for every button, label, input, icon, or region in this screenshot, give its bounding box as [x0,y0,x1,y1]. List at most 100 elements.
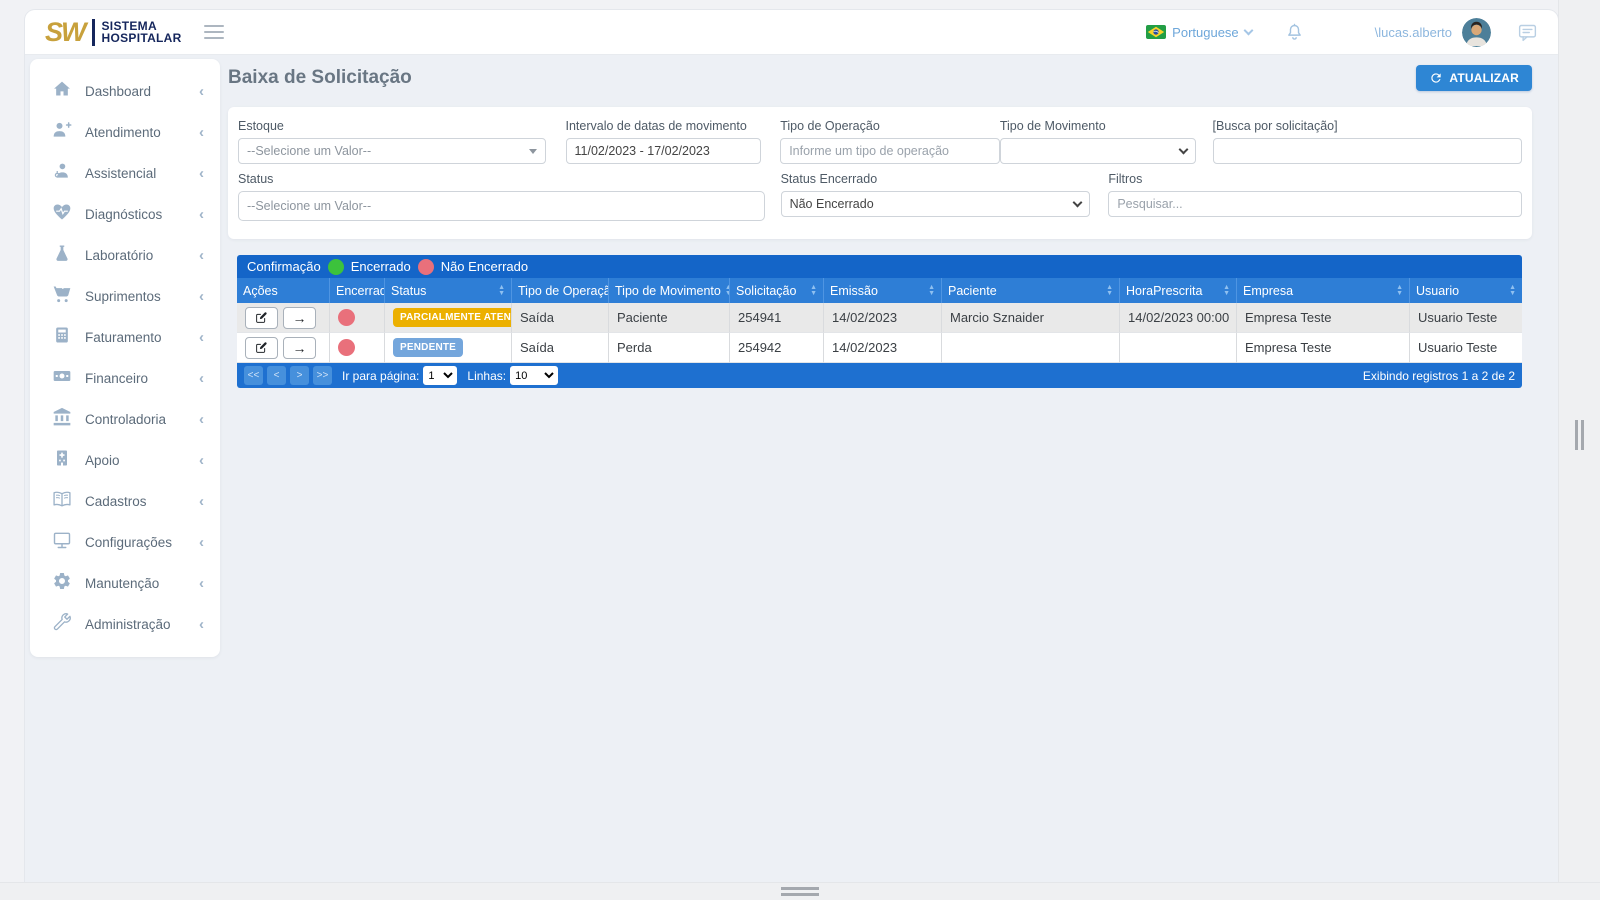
estoque-select[interactable]: --Selecione um Valor-- [238,138,546,164]
lines-label: Linhas: [467,368,507,383]
encerrado-dot-icon [327,258,344,275]
edit-button[interactable] [245,306,278,329]
next-page-button[interactable]: > [290,366,309,385]
edit-button[interactable] [245,336,278,359]
busca-label: [Busca por solicitação] [1212,119,1338,133]
sidebar-item-dashboard[interactable]: Dashboard ‹ [30,71,220,112]
estoque-value: --Selecione um Valor-- [247,144,372,158]
sidebar-item-financeiro[interactable]: Financeiro ‹ [30,358,220,399]
notifications-bell-icon[interactable] [1284,22,1305,43]
tipo-operacao-label: Tipo de Operação [780,119,880,133]
sidebar-item-label: Diagnósticos [85,207,163,222]
column-header-status[interactable]: Status ▲ ▼ [385,278,512,303]
table-header-row: Ações Encerrado▲▼ Status▲▼ Tipo de Opera… [237,278,1522,303]
first-page-button[interactable]: << [244,366,263,385]
horizontal-splitter[interactable] [0,882,1600,900]
goto-page-label: Ir para página: [342,368,420,383]
sort-icon: ▲▼ [1509,283,1516,297]
doctor-icon [52,161,72,186]
sort-icon: ▲▼ [928,283,935,297]
sidebar-item-label: Laboratório [85,248,154,263]
sidebar-item-cadastros[interactable]: Cadastros ‹ [30,481,220,522]
legend-nao-encerrado-label: Não Encerrado [440,259,529,274]
app-logo[interactable]: SW SISTEMA HOSPITALAR [45,17,182,48]
vertical-splitter[interactable] [1558,0,1600,882]
date-range-input[interactable] [565,138,762,164]
tipo-movimento-label: Tipo de Movimento [999,119,1106,133]
sidebar-item-label: Atendimento [85,125,161,140]
user-avatar[interactable] [1462,17,1491,47]
column-header-encerrado[interactable]: Encerrado▲▼ [330,278,385,303]
sidebar-item-label: Configurações [85,535,173,550]
busca-input[interactable] [1212,138,1523,164]
sidebar-item-faturamento[interactable]: Faturamento ‹ [30,317,220,358]
solicitacoes-table: Confirmação Encerrado Não Encerrado Açõe… [237,255,1522,388]
status-encerrado-label: Status Encerrado [780,172,878,186]
sort-icon: ▲▼ [1396,283,1403,297]
sidebar-item-label: Administração [85,617,171,632]
sidebar-item-label: Manutenção [85,576,160,591]
chevron-left-icon: ‹ [199,165,204,182]
status-label: Status [238,172,274,186]
logo-text: SISTEMA HOSPITALAR [102,20,182,44]
language-selector[interactable]: Portuguese [1146,25,1254,40]
column-header-hora-prescrita[interactable]: HoraPrescrita ▲ ▼ [1120,278,1237,303]
column-header-usuario[interactable]: Usuario ▲ ▼ [1410,278,1522,303]
sidebar-item-administracao[interactable]: Administração ‹ [30,604,220,645]
chevron-left-icon: ‹ [199,370,204,387]
caret-down-icon [528,148,537,154]
column-header-emissao[interactable]: Emissão ▲ ▼ [824,278,942,303]
nao-encerrado-dot-icon [417,258,434,275]
sidebar-item-assistencial[interactable]: Assistencial ‹ [30,153,220,194]
sidebar-item-apoio[interactable]: Apoio ‹ [30,440,220,481]
refresh-icon [1429,71,1443,85]
bank-icon [52,407,72,432]
refresh-button[interactable]: ATUALIZAR [1416,65,1532,91]
sidebar-item-manutencao[interactable]: Manutenção ‹ [30,563,220,604]
column-header-tipo-operacao[interactable]: Tipo de Operação▲▼ [512,278,609,303]
sidebar-item-controladoria[interactable]: Controladoria ‹ [30,399,220,440]
arrow-right-button[interactable]: → [283,306,316,329]
sidebar-item-laboratorio[interactable]: Laboratório ‹ [30,235,220,276]
page-select[interactable]: 1 [423,366,458,385]
column-header-empresa[interactable]: Empresa ▲ ▼ [1237,278,1410,303]
sidebar-toggle-button[interactable] [203,25,224,39]
last-page-button[interactable]: >> [313,366,332,385]
cell-emissao: 14/02/2023 [824,333,942,363]
chevron-down-icon [1072,197,1083,207]
book-icon [52,489,72,514]
prev-page-button[interactable]: < [267,366,286,385]
sidebar-item-configuracoes[interactable]: Configurações ‹ [30,522,220,563]
chevron-left-icon: ‹ [199,452,204,469]
cell-encerrado [330,333,385,363]
cell-emissao: 14/02/2023 [824,303,942,333]
tipo-movimento-select[interactable] [999,138,1196,164]
status-encerrado-select[interactable]: Não Encerrado [780,191,1091,217]
arrow-right-button[interactable]: → [283,336,316,359]
sort-icon: ▲▼ [1106,283,1113,297]
cell-status: PARCIALMENTE ATENDIDO [385,303,512,333]
sort-icon: ▲▼ [498,283,505,297]
cell-status: PENDENTE [385,333,512,363]
tipo-operacao-input[interactable] [780,138,1000,164]
chevron-left-icon: ‹ [199,124,204,141]
column-header-solicitacao[interactable]: Solicitação ▲ ▼ [730,278,824,303]
chat-icon[interactable] [1517,22,1538,43]
status-circle-icon [338,309,355,326]
cart-icon [52,284,72,309]
username-label[interactable]: \lucas.alberto [1375,25,1452,40]
sidebar-item-label: Assistencial [85,166,157,181]
column-header-tipo-movimento[interactable]: Tipo de Movimento▲▼ [609,278,730,303]
filtros-search-input[interactable] [1108,191,1522,217]
sidebar-item-suprimentos[interactable]: Suprimentos ‹ [30,276,220,317]
cell-encerrado [330,303,385,333]
lines-select[interactable]: 10 [510,366,559,385]
cell-hora-prescrita [1120,333,1237,363]
sidebar-item-atendimento[interactable]: Atendimento ‹ [30,112,220,153]
sidebar-item-diagnosticos[interactable]: Diagnósticos ‹ [30,194,220,235]
column-header-paciente[interactable]: Paciente ▲ ▼ [942,278,1120,303]
sidebar: Dashboard ‹ Atendimento ‹ Assistencial ‹… [30,59,220,657]
vertical-splitter-handle-icon [1575,420,1584,450]
status-select[interactable]: --Selecione um Valor-- [238,191,765,221]
sidebar-item-label: Dashboard [85,84,152,99]
